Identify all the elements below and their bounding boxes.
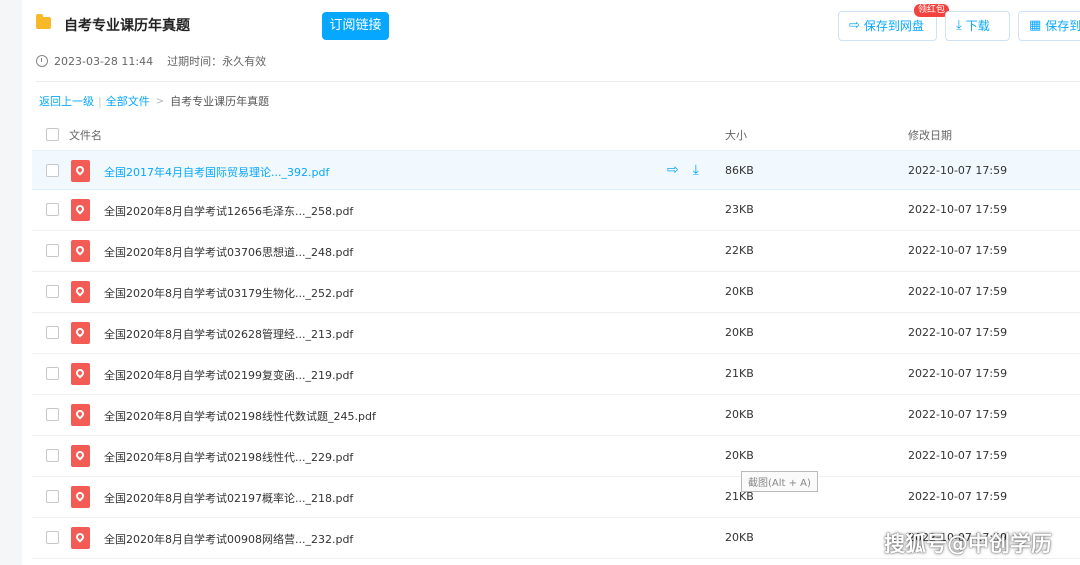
file-date: 2022-10-07 17:59 bbox=[908, 326, 1008, 339]
file-list: 全国2017年4月自考国际贸易理论..._392.pdf ⇨ ⤓ 86KB 20… bbox=[32, 150, 1080, 559]
row-checkbox[interactable] bbox=[46, 449, 59, 462]
row-checkbox[interactable] bbox=[46, 164, 59, 177]
file-date: 2022-10-07 17:59 bbox=[908, 449, 1008, 462]
download-icon[interactable]: ⤓ bbox=[693, 162, 699, 178]
column-header-name[interactable]: 文件名 bbox=[69, 127, 102, 143]
table-row[interactable]: 全国2020年8月自学考试02198线性代数试题_245.pdf 20KB 20… bbox=[32, 395, 1080, 436]
file-name[interactable]: 全国2020年8月自学考试12656毛泽东..._258.pdf bbox=[104, 203, 353, 219]
share-meta: 2023-03-28 11:44 过期时间：永久有效 bbox=[36, 53, 266, 69]
table-row[interactable]: 全国2020年8月自学考试03706思想道..._248.pdf 22KB 20… bbox=[32, 231, 1080, 272]
file-date: 2022-10-07 17:59 bbox=[908, 164, 1008, 177]
breadcrumb: 返回上一级 | 全部文件 > 自考专业课历年真题 bbox=[39, 93, 269, 109]
file-name[interactable]: 全国2020年8月自学考试03706思想道..._248.pdf bbox=[104, 244, 353, 260]
file-name[interactable]: 全国2020年8月自学考试02197概率论..._218.pdf bbox=[104, 490, 353, 506]
select-all-checkbox[interactable] bbox=[46, 128, 59, 141]
file-date: 2022-10-07 17:59 bbox=[908, 490, 1008, 503]
share-title: 自考专业课历年真题 bbox=[64, 18, 190, 34]
share-created-time: 2023-03-28 11:44 bbox=[54, 54, 154, 68]
row-checkbox[interactable] bbox=[46, 367, 59, 380]
watermark: 搜狐号@中创学历 bbox=[884, 532, 1052, 556]
breadcrumb-all-files-link[interactable]: 全部文件 bbox=[106, 93, 150, 109]
pdf-icon bbox=[71, 486, 90, 508]
file-date: 2022-10-07 17:59 bbox=[908, 285, 1008, 298]
pdf-icon bbox=[71, 281, 90, 303]
file-size: 86KB bbox=[725, 164, 754, 177]
file-name[interactable]: 全国2020年8月自学考试02198线性代..._229.pdf bbox=[104, 449, 353, 465]
share-panel: 自考专业课历年真题 订阅链接 2023-03-28 11:44 过期时间：永久有… bbox=[22, 0, 1080, 565]
qr-icon: ▦ bbox=[1029, 18, 1042, 33]
pdf-icon bbox=[71, 199, 90, 221]
file-date: 2022-10-07 17:59 bbox=[908, 408, 1008, 421]
file-size: 23KB bbox=[725, 203, 754, 216]
save-to-button[interactable]: ▦ 保存到 bbox=[1018, 11, 1080, 41]
save-to-cloud-label: 保存到网盘 bbox=[863, 19, 924, 33]
table-row[interactable]: 全国2020年8月自学考试02628管理经..._213.pdf 20KB 20… bbox=[32, 313, 1080, 354]
file-size: 20KB bbox=[725, 531, 754, 544]
file-name[interactable]: 全国2020年8月自学考试02628管理经..._213.pdf bbox=[104, 326, 353, 342]
breadcrumb-back-link[interactable]: 返回上一级 bbox=[39, 93, 94, 109]
pdf-icon bbox=[71, 445, 90, 467]
file-name[interactable]: 全国2020年8月自学考试00908网络营..._232.pdf bbox=[104, 531, 353, 547]
row-checkbox[interactable] bbox=[46, 408, 59, 421]
breadcrumb-separator: | bbox=[98, 94, 102, 108]
save-icon[interactable]: ⇨ bbox=[667, 162, 679, 178]
row-checkbox[interactable] bbox=[46, 326, 59, 339]
table-row[interactable]: 全国2020年8月自学考试12656毛泽东..._258.pdf 23KB 20… bbox=[32, 190, 1080, 231]
folder-icon bbox=[36, 14, 51, 29]
file-name[interactable]: 全国2020年8月自学考试02199复变函..._219.pdf bbox=[104, 367, 353, 383]
file-size: 20KB bbox=[725, 326, 754, 339]
subscribe-button[interactable]: 订阅链接 bbox=[322, 12, 389, 40]
file-size: 22KB bbox=[725, 244, 754, 257]
file-size: 20KB bbox=[725, 285, 754, 298]
column-header-date[interactable]: 修改日期 bbox=[908, 127, 952, 143]
table-row[interactable]: 全国2020年8月自学考试02197概率论..._218.pdf 21KB 20… bbox=[32, 477, 1080, 518]
row-checkbox[interactable] bbox=[46, 285, 59, 298]
row-actions: ⇨ ⤓ bbox=[667, 162, 699, 178]
file-date: 2022-10-07 17:59 bbox=[908, 367, 1008, 380]
table-row[interactable]: 全国2017年4月自考国际贸易理论..._392.pdf ⇨ ⤓ 86KB 20… bbox=[32, 150, 1080, 190]
file-date: 2022-10-07 17:59 bbox=[908, 203, 1008, 216]
file-name[interactable]: 全国2020年8月自学考试02198线性代数试题_245.pdf bbox=[104, 408, 376, 424]
pdf-icon bbox=[71, 322, 90, 344]
file-date: 2022-10-07 17:59 bbox=[908, 244, 1008, 257]
row-checkbox[interactable] bbox=[46, 490, 59, 503]
share-expiry: 过期时间：永久有效 bbox=[167, 55, 267, 68]
file-name[interactable]: 全国2017年4月自考国际贸易理论..._392.pdf bbox=[104, 164, 329, 180]
download-icon: ⤓ bbox=[956, 18, 962, 33]
red-packet-badge: 领红包 bbox=[914, 4, 950, 17]
download-button[interactable]: ⤓ 下载 bbox=[945, 11, 1010, 41]
header-divider bbox=[36, 81, 1080, 82]
file-table-header: 文件名 大小 修改日期 bbox=[32, 120, 1080, 148]
file-name[interactable]: 全国2020年8月自学考试03179生物化..._252.pdf bbox=[104, 285, 353, 301]
pdf-icon bbox=[71, 527, 90, 549]
clock-icon bbox=[36, 55, 48, 67]
pdf-icon bbox=[71, 160, 90, 182]
save-to-label: 保存到 bbox=[1045, 19, 1080, 33]
file-size: 20KB bbox=[725, 408, 754, 421]
pdf-icon bbox=[71, 363, 90, 385]
row-checkbox[interactable] bbox=[46, 244, 59, 257]
breadcrumb-arrow: > bbox=[155, 95, 165, 107]
screenshot-tooltip: 截图(Alt + A) bbox=[741, 471, 818, 492]
column-header-size[interactable]: 大小 bbox=[725, 127, 747, 143]
table-row[interactable]: 全国2020年8月自学考试02199复变函..._219.pdf 21KB 20… bbox=[32, 354, 1080, 395]
breadcrumb-current: 自考专业课历年真题 bbox=[170, 95, 270, 108]
table-row[interactable]: 全国2020年8月自学考试03179生物化..._252.pdf 20KB 20… bbox=[32, 272, 1080, 313]
file-size: 21KB bbox=[725, 367, 754, 380]
pdf-icon bbox=[71, 240, 90, 262]
download-label: 下载 bbox=[965, 19, 990, 33]
save-icon: ⇨ bbox=[849, 18, 860, 33]
row-checkbox[interactable] bbox=[46, 203, 59, 216]
row-checkbox[interactable] bbox=[46, 531, 59, 544]
file-size: 20KB bbox=[725, 449, 754, 462]
pdf-icon bbox=[71, 404, 90, 426]
table-row[interactable]: 全国2020年8月自学考试02198线性代..._229.pdf 20KB 20… bbox=[32, 436, 1080, 477]
